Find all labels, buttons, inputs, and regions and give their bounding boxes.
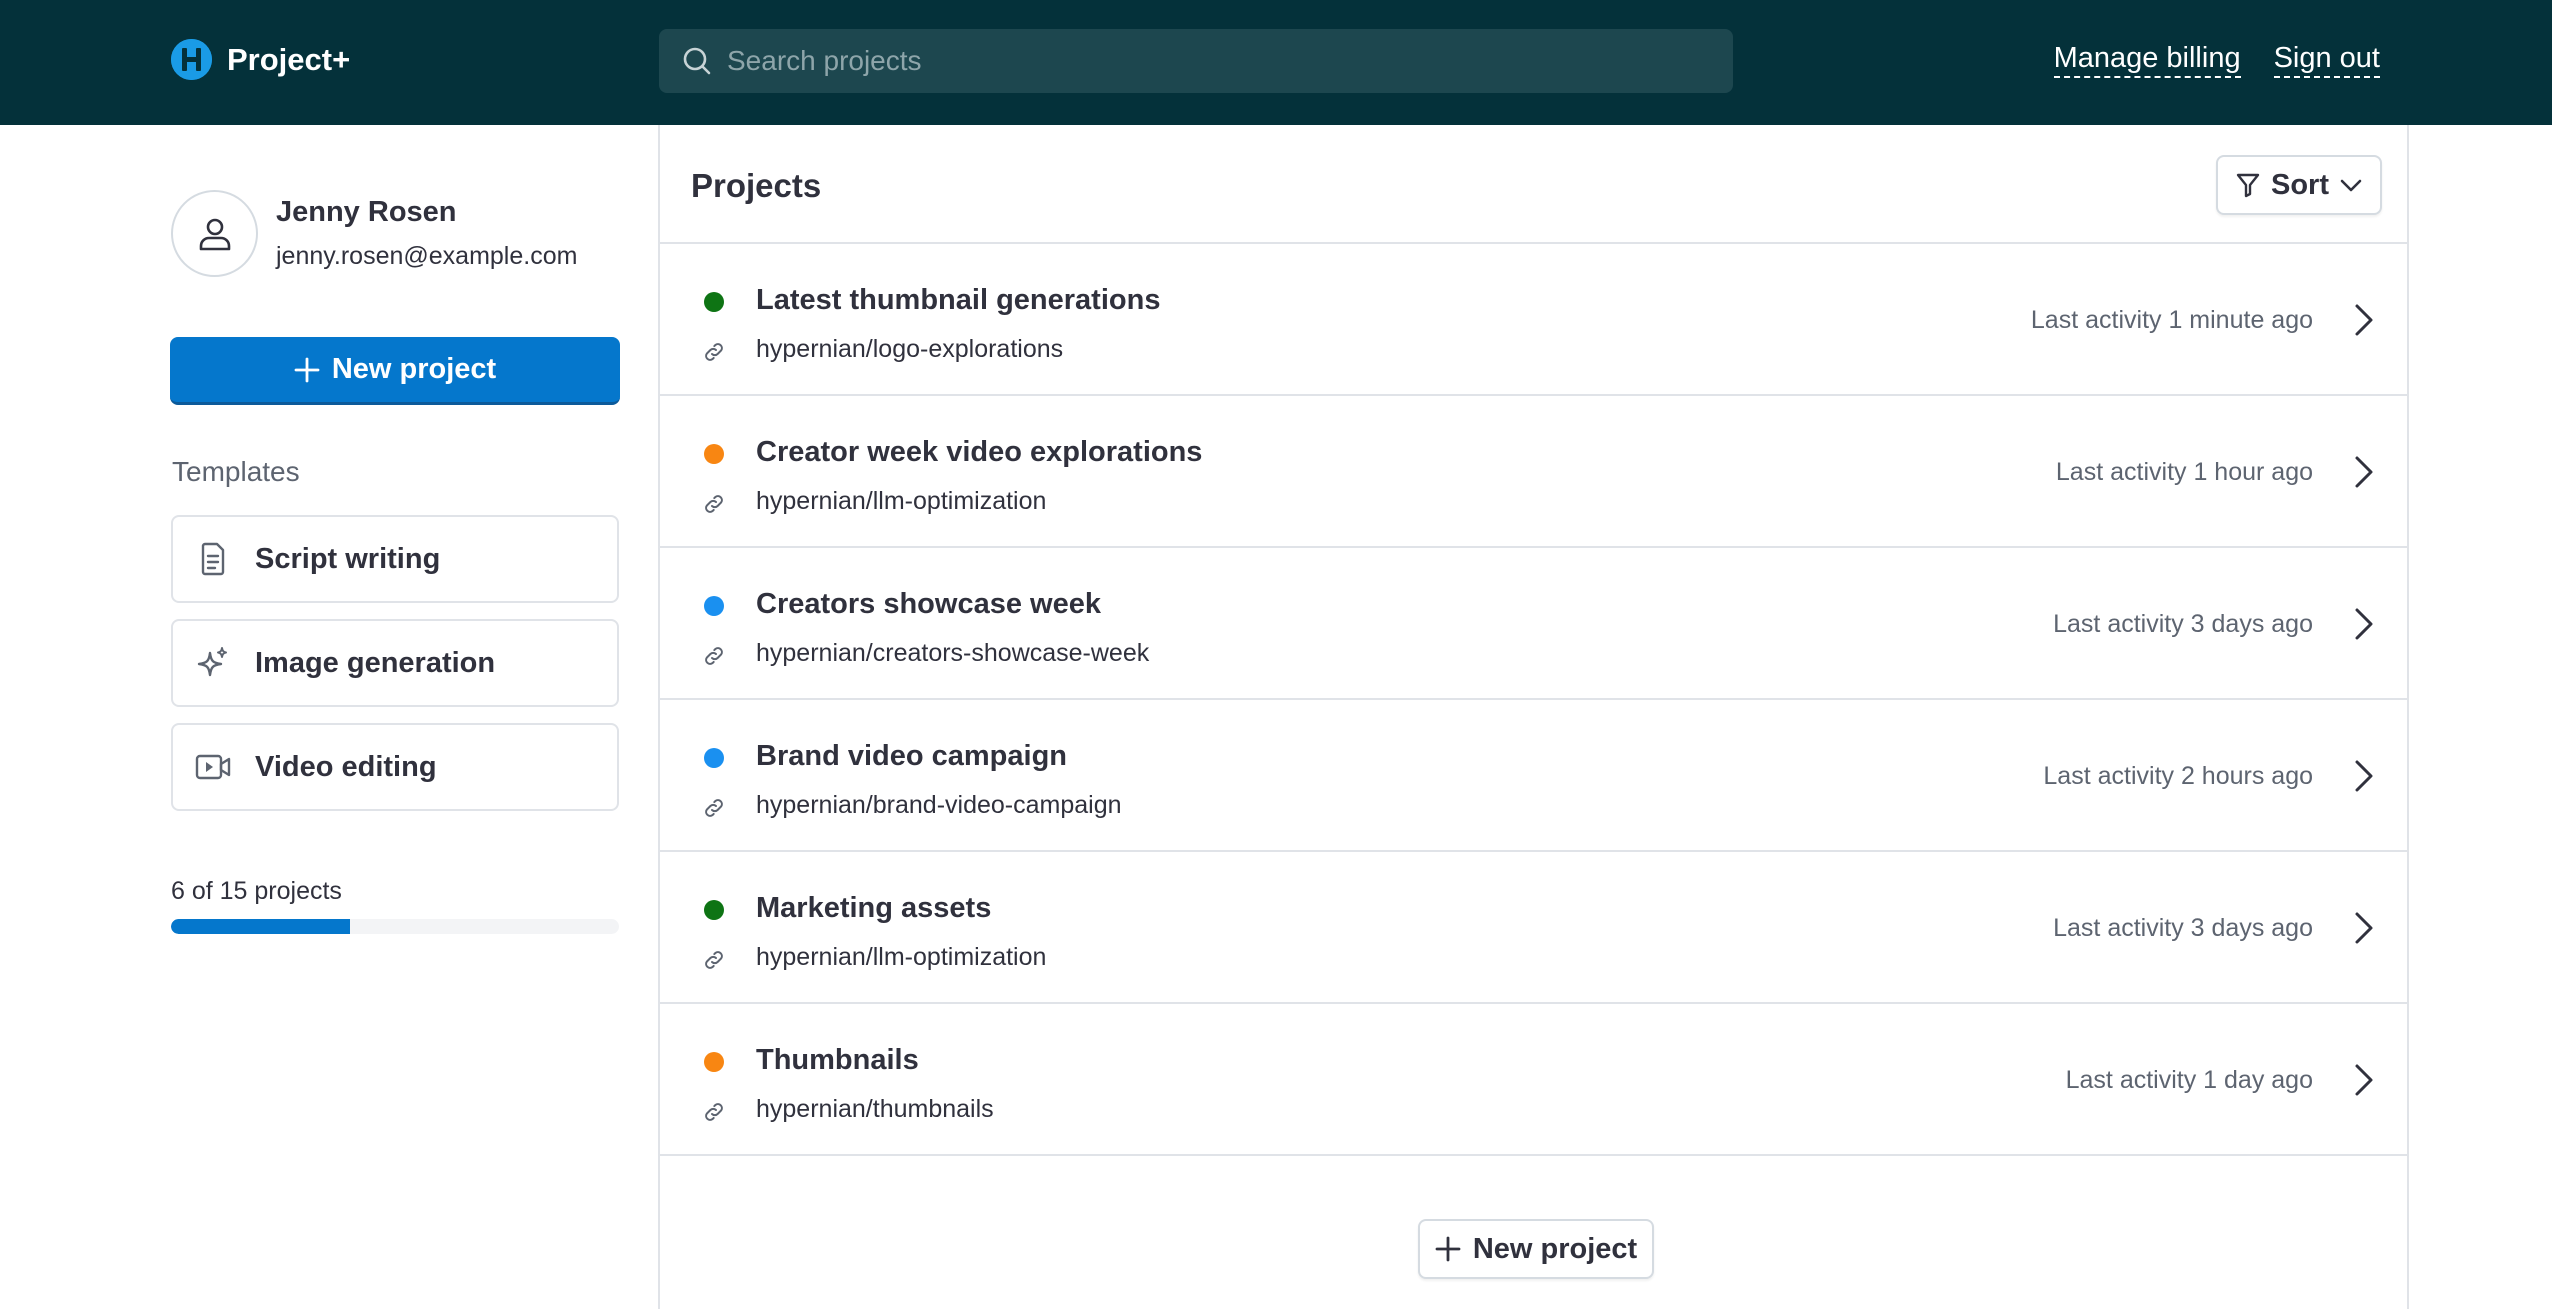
sort-label: Sort	[2271, 168, 2329, 201]
manage-billing-link[interactable]: Manage billing	[2053, 42, 2241, 78]
avatar[interactable]	[171, 190, 258, 277]
search-icon	[683, 47, 711, 75]
chevron-right-icon	[2355, 760, 2373, 792]
usage-label: 6 of 15 projects	[171, 877, 342, 905]
chevron-right-icon	[2355, 608, 2373, 640]
project-activity: Last activity 3 days ago	[2053, 914, 2313, 942]
project-row[interactable]: Brand video campaign hypernian/brand-vid…	[660, 700, 2407, 852]
chevron-right-icon	[2355, 456, 2373, 488]
link-icon	[705, 647, 723, 665]
project-activity: Last activity 1 hour ago	[2055, 458, 2313, 486]
project-repo: hypernian/logo-explorations	[756, 335, 1064, 363]
status-dot	[704, 900, 724, 920]
project-title: Brand video campaign	[756, 740, 1068, 772]
project-title: Thumbnails	[756, 1044, 919, 1076]
project-row[interactable]: Thumbnails hypernian/thumbnails Last act…	[660, 1004, 2407, 1156]
project-title: Creators showcase week	[756, 588, 1101, 620]
project-row[interactable]: Latest thumbnail generations hypernian/l…	[660, 244, 2407, 396]
status-dot	[704, 292, 724, 312]
project-repo: hypernian/llm-optimization	[756, 943, 1047, 971]
project-title: Creator week video explorations	[756, 436, 1203, 468]
status-dot	[704, 1052, 724, 1072]
link-icon	[705, 495, 723, 513]
sign-out-link[interactable]: Sign out	[2273, 42, 2380, 78]
project-row[interactable]: Creator week video explorations hypernia…	[660, 396, 2407, 548]
status-dot	[704, 748, 724, 768]
project-activity: Last activity 1 minute ago	[2030, 306, 2313, 334]
sort-button[interactable]: Sort	[2216, 155, 2382, 215]
app-name: Project+	[227, 41, 351, 77]
video-icon	[195, 754, 231, 780]
search-bar[interactable]	[659, 29, 1733, 93]
new-project-list-button[interactable]: New project	[1418, 1219, 1654, 1279]
plus-icon	[294, 357, 320, 382]
chevron-down-icon	[2340, 179, 2362, 192]
project-repo: hypernian/creators-showcase-week	[756, 639, 1150, 667]
profile-text: Jenny Rosen jenny.rosen@example.com	[276, 196, 577, 271]
sparkle-icon	[197, 647, 227, 677]
hypernian-logo-icon	[171, 39, 212, 80]
project-row[interactable]: Marketing assets hypernian/llm-optimizat…	[660, 852, 2407, 1004]
new-project-label: New project	[331, 353, 497, 385]
filter-icon	[2236, 173, 2260, 198]
document-icon	[201, 542, 225, 576]
project-activity: Last activity 1 day ago	[2065, 1066, 2313, 1094]
project-repo: hypernian/brand-video-campaign	[756, 791, 1122, 819]
templates-heading: Templates	[172, 456, 300, 487]
user-icon	[199, 218, 230, 250]
chevron-right-icon	[2355, 304, 2373, 336]
new-project-button[interactable]: New project	[170, 337, 620, 405]
header-links: Manage billing Sign out	[2053, 42, 2380, 78]
template-label: Script writing	[255, 542, 441, 575]
template-script-writing[interactable]: Script writing	[171, 515, 619, 603]
template-video-editing[interactable]: Video editing	[171, 723, 619, 811]
projects-panel: Projects Sort Latest thumbnail generatio…	[658, 125, 2409, 1309]
chevron-right-icon	[2355, 1064, 2373, 1096]
status-dot	[704, 444, 724, 464]
user-profile: Jenny Rosen jenny.rosen@example.com	[171, 190, 577, 277]
app-logo[interactable]: Project+	[171, 39, 350, 80]
link-icon	[705, 951, 723, 969]
project-row[interactable]: Creators showcase week hypernian/creator…	[660, 548, 2407, 700]
plus-icon	[1435, 1236, 1461, 1262]
template-image-generation[interactable]: Image generation	[171, 619, 619, 707]
status-dot	[704, 596, 724, 616]
template-label: Video editing	[255, 750, 437, 783]
page-title: Projects	[691, 167, 822, 204]
user-email: jenny.rosen@example.com	[276, 242, 578, 270]
project-activity: Last activity 2 hours ago	[2043, 762, 2313, 790]
project-title: Marketing assets	[756, 892, 992, 924]
search-input[interactable]	[727, 45, 1627, 77]
project-repo: hypernian/thumbnails	[756, 1095, 994, 1123]
project-repo: hypernian/llm-optimization	[756, 487, 1047, 515]
user-name: Jenny Rosen	[276, 196, 457, 228]
usage-progress-bar	[171, 919, 619, 934]
project-title: Latest thumbnail generations	[756, 284, 1161, 316]
top-header: Project+ Manage billing Sign out	[0, 0, 2552, 125]
chevron-right-icon	[2355, 912, 2373, 944]
link-icon	[705, 343, 723, 361]
project-activity: Last activity 3 days ago	[2053, 610, 2313, 638]
project-list: Latest thumbnail generations hypernian/l…	[660, 244, 2407, 1156]
link-icon	[705, 799, 723, 817]
new-project-label: New project	[1472, 1232, 1638, 1265]
link-icon	[705, 1103, 723, 1121]
template-label: Image generation	[255, 646, 496, 679]
usage-progress-fill	[171, 919, 351, 934]
